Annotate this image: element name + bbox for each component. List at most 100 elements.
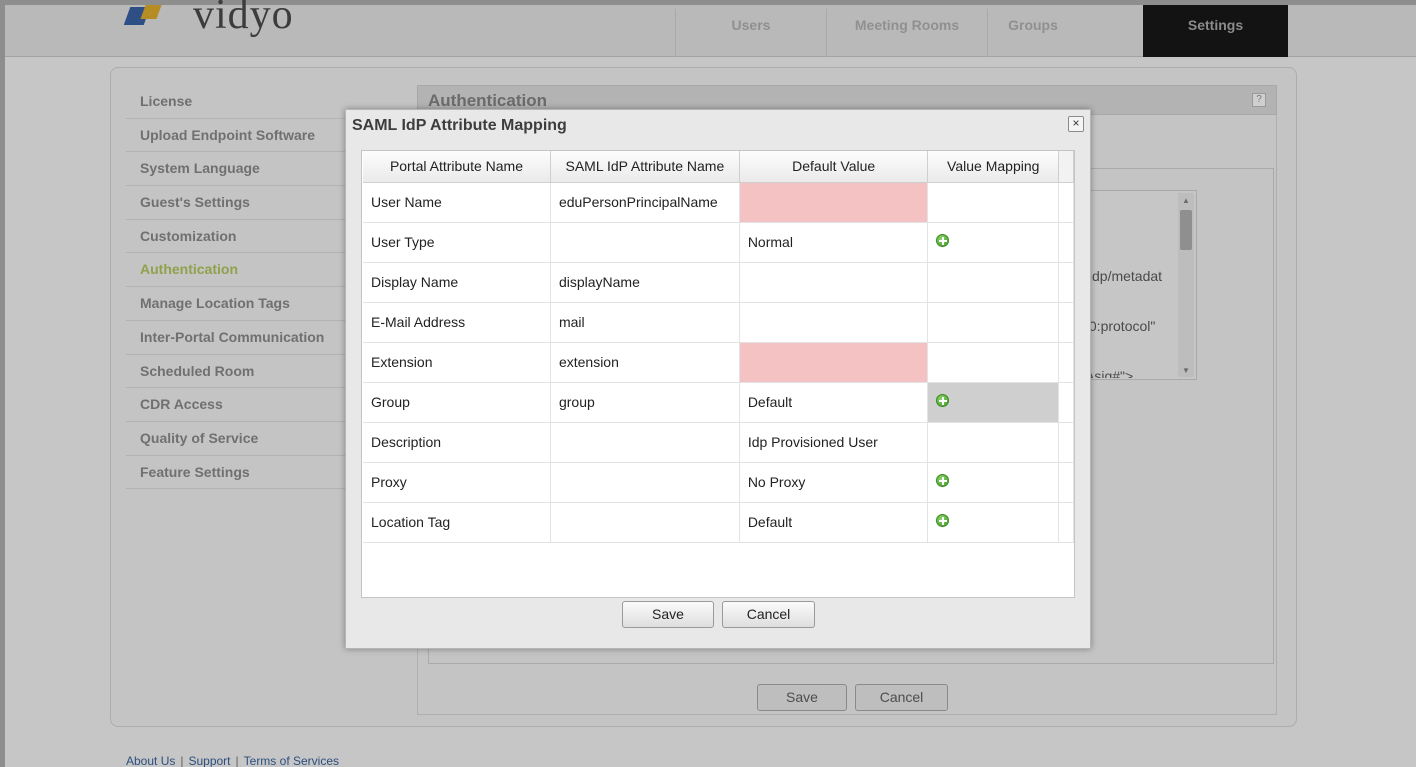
default-value-cell[interactable] [739, 302, 929, 343]
sidebar-item-cdr-access[interactable]: CDR Access [126, 388, 346, 422]
attribute-mapping-grid: Portal Attribute Name SAML IdP Attribute… [361, 150, 1075, 598]
table-row[interactable]: Group group Default [363, 382, 1074, 423]
saml-attribute-cell[interactable]: mail [550, 302, 740, 343]
grid-scroll-gutter [1058, 502, 1074, 543]
dialog-cancel-button[interactable]: Cancel [722, 601, 815, 628]
portal-attribute-cell: User Type [363, 222, 551, 263]
add-circle-icon[interactable] [936, 513, 950, 527]
close-icon[interactable]: × [1068, 116, 1084, 132]
value-mapping-cell[interactable] [927, 222, 1059, 263]
scroll-up-arrow-icon[interactable]: ▲ [1182, 196, 1190, 205]
default-value-cell[interactable]: Normal [739, 222, 929, 263]
column-header-portal-attribute[interactable]: Portal Attribute Name [363, 151, 551, 183]
saml-attribute-cell[interactable]: eduPersonPrincipalName [550, 182, 740, 223]
saml-attribute-cell[interactable] [550, 462, 740, 503]
default-value-cell[interactable]: Idp Provisioned User [739, 422, 929, 463]
table-row[interactable]: E-Mail Address mail [363, 302, 1074, 343]
default-value-cell[interactable]: No Proxy [739, 462, 929, 503]
default-value-cell[interactable] [739, 182, 929, 223]
saml-attribute-mapping-dialog: SAML IdP Attribute Mapping × Portal Attr… [345, 109, 1091, 649]
column-header-value-mapping[interactable]: Value Mapping [927, 151, 1059, 183]
value-mapping-cell[interactable] [927, 462, 1059, 503]
saml-attribute-cell[interactable]: displayName [550, 262, 740, 303]
footer-links: About Us | Support | Terms of Services [126, 754, 339, 767]
default-value-cell[interactable]: Default [739, 502, 929, 543]
saml-attribute-cell[interactable]: extension [550, 342, 740, 383]
sidebar-item-feature-settings[interactable]: Feature Settings [126, 456, 346, 490]
table-row[interactable]: Proxy No Proxy [363, 462, 1074, 503]
saml-attribute-cell[interactable]: group [550, 382, 740, 423]
table-row[interactable]: Display Name displayName [363, 262, 1074, 303]
value-mapping-cell[interactable] [927, 422, 1059, 463]
footer-link-terms-of-services[interactable]: Terms of Services [244, 754, 339, 767]
grid-scroll-gutter [1058, 342, 1074, 383]
portal-attribute-cell: Proxy [363, 462, 551, 503]
save-button[interactable]: Save [757, 684, 847, 711]
grid-scroll-gutter [1058, 151, 1074, 183]
value-mapping-cell[interactable] [927, 182, 1059, 223]
value-mapping-cell[interactable] [927, 262, 1059, 303]
default-value-cell[interactable]: Default [739, 382, 929, 423]
portal-attribute-cell: Extension [363, 342, 551, 383]
value-mapping-cell[interactable] [927, 502, 1059, 543]
sidebar-item-guests-settings[interactable]: Guest's Settings [126, 186, 346, 220]
sidebar-item-scheduled-room[interactable]: Scheduled Room [126, 355, 346, 389]
sidebar-item-upload-endpoint-software[interactable]: Upload Endpoint Software [126, 119, 346, 153]
sidebar-item-manage-location-tags[interactable]: Manage Location Tags [126, 287, 346, 321]
add-circle-icon[interactable] [936, 473, 950, 487]
cancel-button[interactable]: Cancel [855, 684, 948, 711]
sidebar-item-authentication[interactable]: Authentication [126, 253, 346, 288]
top-navigation-bar: vidyo Users Meeting Rooms Groups Setting… [5, 0, 1416, 57]
portal-attribute-cell: Location Tag [363, 502, 551, 543]
grid-scroll-gutter [1058, 422, 1074, 463]
page-title: Authentication [428, 91, 547, 110]
add-circle-icon[interactable] [936, 393, 950, 407]
table-row[interactable]: Extension extension [363, 342, 1074, 383]
column-header-default-value[interactable]: Default Value [739, 151, 929, 183]
column-header-saml-attribute[interactable]: SAML IdP Attribute Name [550, 151, 740, 183]
table-row[interactable]: User Type Normal [363, 222, 1074, 263]
add-circle-icon[interactable] [936, 233, 950, 247]
default-value-cell[interactable] [739, 342, 929, 383]
sidebar-item-license[interactable]: License [126, 85, 346, 119]
grid-scroll-gutter [1058, 382, 1074, 423]
value-mapping-cell[interactable] [927, 342, 1059, 383]
grid-scroll-gutter [1058, 182, 1074, 223]
dialog-save-button[interactable]: Save [622, 601, 714, 628]
portal-attribute-cell: Group [363, 382, 551, 423]
saml-attribute-cell[interactable] [550, 502, 740, 543]
sidebar-item-inter-portal-communication[interactable]: Inter-Portal Communication [126, 321, 346, 355]
table-row[interactable]: User Name eduPersonPrincipalName [363, 182, 1074, 223]
settings-sidebar: License Upload Endpoint Software System … [126, 85, 346, 490]
footer-separator: | [180, 754, 184, 767]
value-mapping-cell[interactable] [927, 302, 1059, 343]
value-mapping-cell[interactable] [927, 382, 1059, 423]
grid-scroll-gutter [1058, 262, 1074, 303]
sidebar-item-quality-of-service[interactable]: Quality of Service [126, 422, 346, 456]
nav-tab-users[interactable]: Users [676, 5, 826, 57]
nav-tab-settings[interactable]: Settings [1143, 5, 1288, 57]
metadata-text-line: Asig#"> [1085, 368, 1134, 378]
grid-scroll-gutter [1058, 302, 1074, 343]
sidebar-item-customization[interactable]: Customization [126, 220, 346, 254]
metadata-text-line: /idp/metadat [1085, 268, 1163, 284]
saml-attribute-cell[interactable] [550, 422, 740, 463]
sidebar-item-system-language[interactable]: System Language [126, 152, 346, 187]
textarea-scrollbar-thumb[interactable] [1180, 210, 1192, 250]
portal-attribute-cell: Description [363, 422, 551, 463]
scroll-down-arrow-icon[interactable]: ▼ [1182, 366, 1190, 375]
grid-scroll-gutter [1058, 462, 1074, 503]
default-value-cell[interactable] [739, 262, 929, 303]
nav-tab-meeting-rooms[interactable]: Meeting Rooms [827, 5, 987, 57]
footer-link-about-us[interactable]: About Us [126, 754, 175, 767]
help-button[interactable]: ? [1252, 93, 1266, 107]
logo-wordmark: vidyo [193, 0, 294, 38]
table-row[interactable]: Description Idp Provisioned User [363, 422, 1074, 463]
footer-link-support[interactable]: Support [188, 754, 230, 767]
table-row[interactable]: Location Tag Default [363, 502, 1074, 543]
metadata-text-line: .0:protocol" [1085, 318, 1156, 334]
portal-attribute-cell: Display Name [363, 262, 551, 303]
portal-attribute-cell: E-Mail Address [363, 302, 551, 343]
saml-attribute-cell[interactable] [550, 222, 740, 263]
nav-tab-groups[interactable]: Groups [988, 5, 1078, 57]
